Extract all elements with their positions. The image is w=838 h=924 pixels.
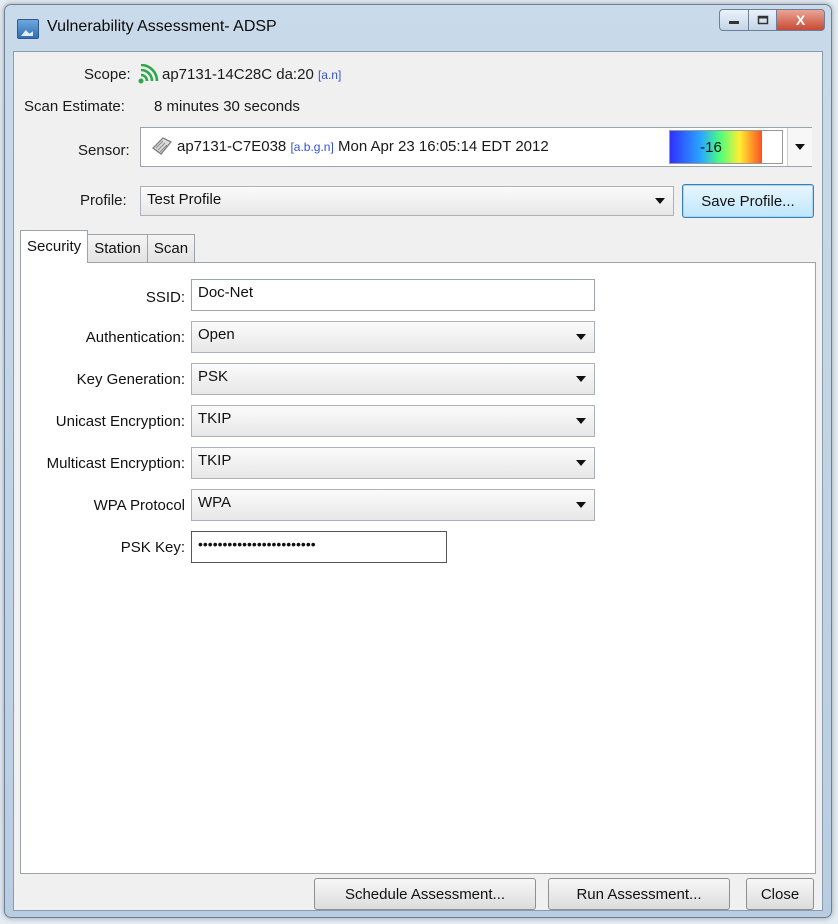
authentication-select[interactable]: Open xyxy=(191,321,595,353)
sensor-value: ap7131-C7E038 [a.b.g.n] Mon Apr 23 16:05… xyxy=(177,138,549,155)
signal-strength-value: -16 xyxy=(700,138,722,156)
psk-key-label: PSK Key: xyxy=(120,539,185,556)
chevron-down-icon xyxy=(655,198,665,204)
wpa-protocol-label: WPA Protocol xyxy=(93,497,185,514)
chevron-down-icon xyxy=(576,334,586,340)
multicast-encryption-value: TKIP xyxy=(198,452,232,469)
profile-label: Profile: xyxy=(80,192,127,209)
profile-select[interactable]: Test Profile xyxy=(140,186,674,216)
scan-estimate-label: Scan Estimate: xyxy=(24,98,125,115)
save-profile-button[interactable]: Save Profile... xyxy=(682,184,814,218)
wpa-protocol-select[interactable]: WPA xyxy=(191,489,595,521)
tab-security[interactable]: Security xyxy=(20,230,89,263)
unicast-encryption-select[interactable]: TKIP xyxy=(191,405,595,437)
scope-device: ap7131-14C28C da:20 xyxy=(162,66,314,83)
sensor-date: Mon Apr 23 16:05:14 EDT 2012 xyxy=(337,138,549,155)
sensor-tag: [a.b.g.n] xyxy=(290,140,334,154)
schedule-assessment-button[interactable]: Schedule Assessment... xyxy=(314,878,536,910)
key-generation-select[interactable]: PSK xyxy=(191,363,595,395)
key-generation-value: PSK xyxy=(198,368,229,385)
close-icon: X xyxy=(795,12,806,28)
psk-key-input[interactable]: •••••••••••••••••••••••• xyxy=(191,531,447,563)
tab-station[interactable]: Station xyxy=(87,234,148,263)
wpa-protocol-value: WPA xyxy=(198,494,232,511)
multicast-encryption-label: Multicast Encryption: xyxy=(46,455,185,472)
chevron-down-icon xyxy=(795,144,805,150)
profile-value: Test Profile xyxy=(147,191,222,208)
unicast-encryption-label: Unicast Encryption: xyxy=(55,413,185,430)
chevron-down-icon xyxy=(576,418,586,424)
scope-label: Scope: xyxy=(84,66,131,83)
security-panel: SSID: Doc-Net Authentication: Open Key G… xyxy=(20,262,816,874)
minimize-icon xyxy=(729,21,739,24)
window-controls: X xyxy=(719,9,825,31)
multicast-encryption-select[interactable]: TKIP xyxy=(191,447,595,479)
tab-bar: Security Station Scan xyxy=(20,230,196,263)
unicast-encryption-value: TKIP xyxy=(198,410,232,427)
authentication-label: Authentication: xyxy=(85,329,185,346)
dialog-window: Vulnerability Assessment- ADSP X Scope: xyxy=(4,4,832,918)
close-window-button[interactable]: X xyxy=(777,9,825,31)
scan-estimate-value: 8 minutes 30 seconds xyxy=(154,98,300,115)
app-icon xyxy=(17,19,39,39)
scope-tag: [a.n] xyxy=(317,68,342,82)
title-bar[interactable]: Vulnerability Assessment- ADSP X xyxy=(5,5,831,51)
chevron-down-icon xyxy=(576,460,586,466)
maximize-icon xyxy=(757,15,768,25)
sensor-label: Sensor: xyxy=(78,142,130,159)
ssid-input[interactable]: Doc-Net xyxy=(191,279,595,311)
key-generation-label: Key Generation: xyxy=(76,371,185,388)
chevron-down-icon xyxy=(576,502,586,508)
tab-scan[interactable]: Scan xyxy=(146,234,196,263)
close-button[interactable]: Close xyxy=(746,878,814,910)
maximize-button[interactable] xyxy=(749,9,777,31)
run-assessment-button[interactable]: Run Assessment... xyxy=(548,878,730,910)
authentication-value: Open xyxy=(198,326,235,343)
minimize-button[interactable] xyxy=(719,9,749,31)
sensor-name: ap7131-C7E038 xyxy=(177,138,287,155)
signal-strength-gauge: -16 xyxy=(669,130,783,164)
chevron-down-icon xyxy=(576,376,586,382)
scope-value: ap7131-14C28C da:20 [a.n] xyxy=(162,66,341,83)
signal-icon xyxy=(138,63,159,84)
sensor-select[interactable]: ap7131-C7E038 [a.b.g.n] Mon Apr 23 16:05… xyxy=(140,127,812,167)
dialog-footer: Schedule Assessment... Run Assessment...… xyxy=(14,874,822,910)
window-title: Vulnerability Assessment- ADSP xyxy=(47,18,277,35)
sensor-device-icon xyxy=(151,136,173,162)
ssid-label: SSID: xyxy=(145,289,185,306)
dialog-content: Scope: ap7131-14C28C da:20 [a.n] Scan Es… xyxy=(13,51,823,911)
sensor-dropdown-button[interactable] xyxy=(787,128,812,166)
